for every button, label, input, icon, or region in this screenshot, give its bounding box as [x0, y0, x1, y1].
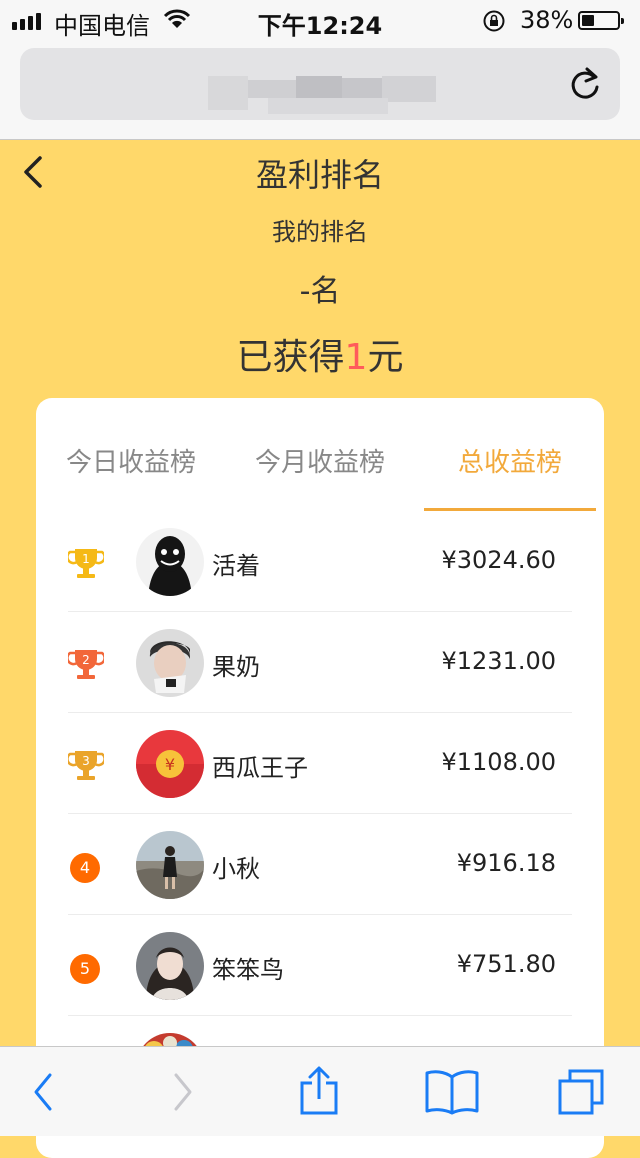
earnings-amount: ¥1231.00 — [441, 647, 556, 675]
leaderboard-row[interactable]: 4 小秋 ¥916.18 — [68, 815, 572, 915]
avatar — [136, 831, 204, 899]
svg-text:¥: ¥ — [165, 755, 175, 774]
row-divider — [68, 712, 572, 713]
earned-summary: 已获得1元 — [0, 328, 640, 380]
my-rank-value: -名 — [299, 274, 341, 309]
row-divider — [68, 914, 572, 915]
tab-daily[interactable]: 今日收益榜 — [66, 442, 196, 479]
row-divider — [68, 813, 572, 814]
earned-amount: 1 — [344, 337, 368, 378]
leaderboard-tabs: 今日收益榜 今月收益榜 总收益榜 — [36, 398, 604, 512]
blurred-url — [208, 70, 436, 116]
earned-prefix: 已获得 — [236, 337, 345, 378]
user-name: 小秋 — [212, 855, 260, 883]
avatar — [136, 932, 204, 1000]
earnings-amount: ¥751.80 — [456, 950, 556, 978]
tab-monthly[interactable]: 今月收益榜 — [255, 442, 385, 479]
avatar — [136, 528, 204, 596]
earned-suffix: 元 — [367, 337, 404, 378]
bookmarks-icon[interactable] — [424, 1069, 480, 1115]
rank-number: 2 — [82, 653, 90, 667]
battery-icon — [578, 11, 624, 30]
reload-icon[interactable] — [568, 66, 602, 102]
leaderboard-row[interactable]: 2 果奶 ¥1231.00 — [68, 613, 572, 713]
user-name: 活着 — [212, 552, 260, 580]
earnings-amount: ¥1108.00 — [441, 748, 556, 776]
leaderboard-row[interactable]: 1 活着 ¥3024.60 — [68, 512, 572, 612]
browser-bottom-toolbar — [0, 1046, 640, 1136]
my-rank-label: 我的排名 — [272, 218, 368, 246]
rank-number: 1 — [82, 552, 90, 566]
tabs-icon[interactable] — [556, 1065, 608, 1117]
user-name: 笨笨鸟 — [212, 956, 284, 984]
avatar: ¥ — [136, 730, 204, 798]
rank-number-badge: 4 — [70, 853, 100, 883]
back-icon[interactable] — [30, 1071, 56, 1113]
user-name: 果奶 — [212, 653, 260, 681]
leaderboard-card: 今日收益榜 今月收益榜 总收益榜 1 活着 ¥3024.60 2 果奶 ¥123… — [36, 398, 604, 1158]
status-bar: 中国电信 下午12:24 38% — [0, 0, 640, 40]
address-bar[interactable] — [20, 48, 620, 120]
row-divider — [68, 611, 572, 612]
share-icon[interactable] — [298, 1065, 340, 1117]
avatar — [136, 629, 204, 697]
leaderboard-row[interactable]: 5 笨笨鸟 ¥751.80 — [68, 916, 572, 1016]
page-title: 盈利排名 — [255, 156, 384, 194]
earnings-amount: ¥3024.60 — [441, 546, 556, 574]
rank-number-badge: 5 — [70, 954, 100, 984]
battery-percent: 38% — [520, 6, 574, 34]
tab-total[interactable]: 总收益榜 — [458, 442, 562, 479]
user-name: 西瓜王子 — [212, 754, 308, 782]
leaderboard-row[interactable]: 3 ¥ 西瓜王子 ¥1108.00 — [68, 714, 572, 814]
active-tab-indicator — [424, 508, 596, 511]
browser-toolbar — [0, 40, 640, 140]
forward-icon[interactable] — [170, 1071, 196, 1113]
earnings-amount: ¥916.18 — [456, 849, 556, 877]
row-divider — [68, 1015, 572, 1016]
bronze-trophy-icon: 3 — [68, 751, 104, 780]
silver-trophy-icon: 2 — [68, 650, 104, 679]
gold-trophy-icon: 1 — [68, 549, 104, 578]
rank-number: 3 — [82, 754, 90, 768]
rotation-lock-icon — [483, 10, 505, 32]
